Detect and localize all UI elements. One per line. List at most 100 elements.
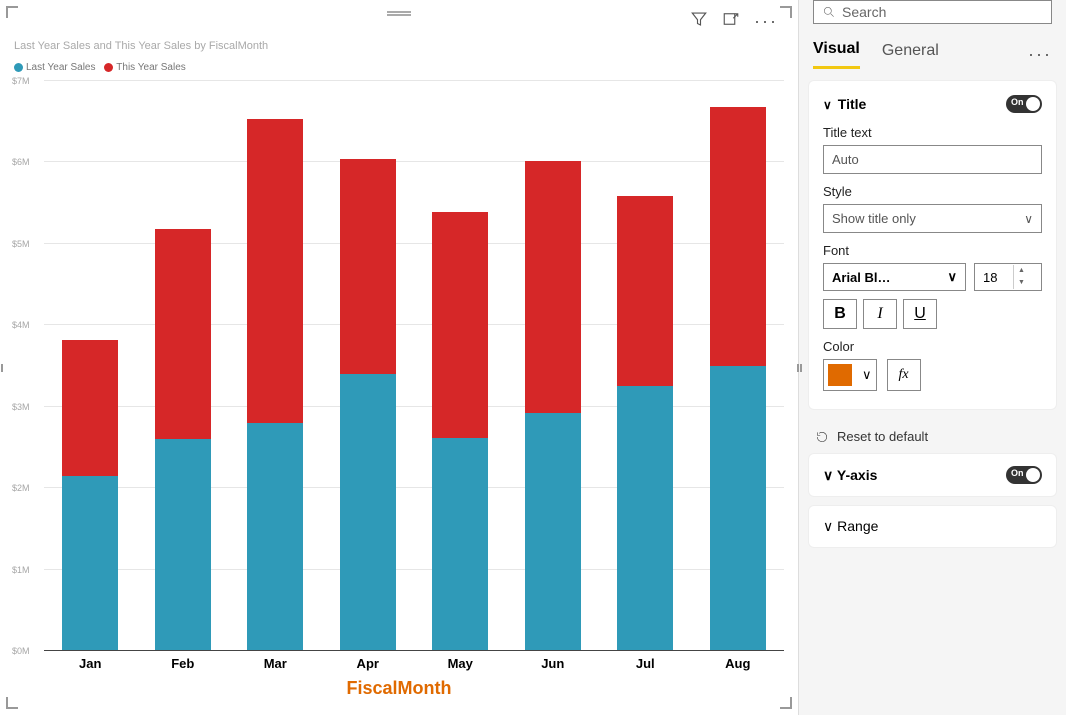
color-picker[interactable]: ∨	[823, 359, 877, 391]
reset-to-default[interactable]: Reset to default	[809, 419, 1056, 454]
report-canvas[interactable]: ··· Last Year Sales and This Year Sales …	[0, 0, 798, 715]
y-tick-label: $5M	[12, 239, 30, 249]
title-text-label: Title text	[823, 125, 1042, 140]
yaxis-toggle[interactable]: On	[1006, 466, 1042, 484]
bar-column[interactable]: Jan	[62, 81, 118, 651]
legend-label-a: Last Year Sales	[26, 62, 96, 73]
bar-segment-last-year[interactable]	[617, 386, 673, 651]
style-label: Style	[823, 184, 1042, 199]
y-tick-label: $2M	[12, 483, 30, 493]
chevron-down-icon: ∨	[1024, 212, 1033, 226]
style-value: Show title only	[832, 211, 916, 226]
y-tick-label: $1M	[12, 565, 30, 575]
bar-segment-last-year[interactable]	[525, 413, 581, 651]
bar-column[interactable]: Jun	[525, 81, 581, 651]
bar-column[interactable]: May	[432, 81, 488, 651]
bar-segment-this-year[interactable]	[62, 340, 118, 476]
bar-segment-this-year[interactable]	[432, 212, 488, 438]
resize-handle-left[interactable]	[0, 358, 1, 378]
bold-button[interactable]: B	[823, 299, 857, 329]
font-label: Font	[823, 243, 1042, 258]
fx-button[interactable]: fx	[887, 359, 921, 391]
bar-segment-last-year[interactable]	[710, 366, 766, 651]
x-tick-label: Feb	[171, 656, 194, 671]
title-text-input[interactable]: Auto	[823, 145, 1042, 174]
bar-column[interactable]: Jul	[617, 81, 673, 651]
font-family-value: Arial Bl…	[832, 270, 891, 285]
bar-segment-this-year[interactable]	[340, 159, 396, 374]
x-tick-label: Jan	[79, 656, 101, 671]
x-tick-label: Aug	[725, 656, 750, 671]
bar-segment-this-year[interactable]	[155, 229, 211, 439]
bar-segment-this-year[interactable]	[525, 161, 581, 413]
legend-swatch-b	[104, 63, 113, 72]
bar-segment-last-year[interactable]	[62, 476, 118, 651]
tab-more-icon[interactable]: ···	[1028, 44, 1052, 65]
bar-column[interactable]: Apr	[340, 81, 396, 651]
reset-label: Reset to default	[837, 429, 928, 444]
bar-segment-this-year[interactable]	[247, 119, 303, 423]
font-size-down[interactable]: ▼	[1014, 277, 1029, 289]
resize-handle-tr[interactable]	[780, 6, 792, 18]
filter-icon[interactable]	[690, 10, 708, 33]
bar-segment-last-year[interactable]	[432, 438, 488, 651]
x-tick-label: Jul	[636, 656, 655, 671]
resize-handle-top[interactable]	[387, 10, 411, 16]
format-pane: Search Visual General ··· ∨ Title On Titl…	[798, 0, 1066, 715]
bar-column[interactable]: Mar	[247, 81, 303, 651]
x-tick-label: Apr	[357, 656, 379, 671]
font-size-stepper[interactable]: ▲ ▼	[974, 263, 1042, 291]
yaxis-header-text: Y-axis	[837, 467, 877, 483]
title-card-header[interactable]: ∨ Title On	[823, 95, 1042, 113]
tab-visual[interactable]: Visual	[813, 40, 860, 69]
plot-area[interactable]: $0M$1M$2M$3M$4M$5M$6M$7M JanFebMarAprMay…	[14, 81, 784, 701]
color-swatch	[828, 364, 852, 386]
chevron-down-icon: ∨	[947, 269, 957, 285]
x-axis-line	[44, 650, 784, 651]
bar-segment-last-year[interactable]	[247, 423, 303, 651]
x-tick-label: Jun	[541, 656, 564, 671]
legend-label-b: This Year Sales	[116, 62, 186, 73]
y-tick-label: $0M	[12, 646, 30, 656]
bar-segment-this-year[interactable]	[617, 196, 673, 387]
range-header-text: Range	[837, 518, 878, 534]
x-axis-title: FiscalMonth	[346, 678, 451, 699]
x-tick-label: Mar	[264, 656, 287, 671]
search-placeholder: Search	[842, 4, 886, 20]
range-card-header[interactable]: ∨ Range	[809, 506, 1056, 547]
font-family-select[interactable]: Arial Bl… ∨	[823, 263, 966, 291]
x-tick-label: May	[448, 656, 473, 671]
legend: Last Year Sales This Year Sales	[14, 62, 784, 75]
y-tick-label: $6M	[12, 157, 30, 167]
y-tick-label: $3M	[12, 402, 30, 412]
chevron-down-icon: ∨	[823, 467, 833, 483]
resize-handle-tl[interactable]	[6, 6, 18, 18]
y-tick-label: $4M	[12, 320, 30, 330]
title-toggle[interactable]: On	[1006, 95, 1042, 113]
underline-button[interactable]: U	[903, 299, 937, 329]
chart-title: Last Year Sales and This Year Sales by F…	[14, 40, 784, 52]
legend-swatch-a	[14, 63, 23, 72]
bar-segment-last-year[interactable]	[340, 374, 396, 651]
resize-handle-right[interactable]	[797, 358, 800, 378]
bar-segment-this-year[interactable]	[710, 107, 766, 366]
title-text-value: Auto	[832, 152, 859, 167]
title-header-text: Title	[838, 96, 867, 112]
more-options-icon[interactable]: ···	[754, 11, 778, 32]
font-size-up[interactable]: ▲	[1014, 265, 1029, 277]
bar-column[interactable]: Feb	[155, 81, 211, 651]
bar-segment-last-year[interactable]	[155, 439, 211, 651]
yaxis-toggle-label: On	[1011, 468, 1024, 478]
style-select[interactable]: Show title only ∨	[823, 204, 1042, 233]
bar-column[interactable]: Aug	[710, 81, 766, 651]
search-input[interactable]: Search	[813, 0, 1052, 24]
yaxis-card-header[interactable]: ∨ Y-axis On	[809, 454, 1056, 496]
tab-general[interactable]: General	[882, 42, 939, 68]
chevron-down-icon: ∨	[823, 518, 833, 534]
chevron-down-icon: ∨	[862, 367, 872, 383]
font-size-input[interactable]	[975, 265, 1013, 290]
chevron-down-icon: ∨	[823, 98, 832, 112]
title-card: ∨ Title On Title text Auto Style Show tit…	[809, 81, 1056, 409]
italic-button[interactable]: I	[863, 299, 897, 329]
focus-mode-icon[interactable]	[722, 10, 740, 33]
